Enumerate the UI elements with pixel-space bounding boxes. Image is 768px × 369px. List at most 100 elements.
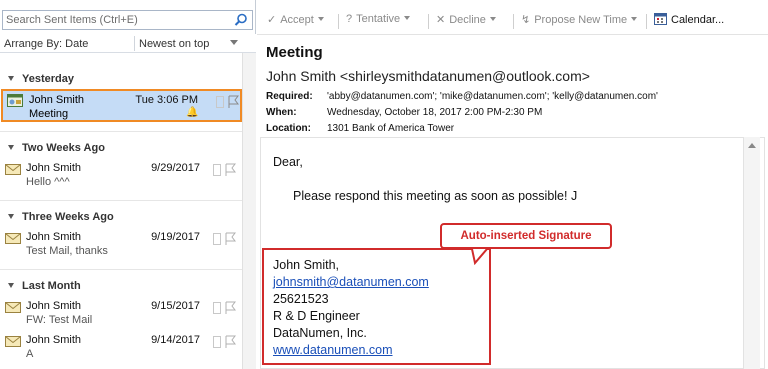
- decline-button[interactable]: ✕ Decline: [436, 13, 496, 26]
- sort-dropdown-icon[interactable]: [230, 40, 238, 45]
- message-from: John Smith: [26, 231, 82, 243]
- message-date: 9/19/2017: [151, 231, 200, 243]
- group-divider: [0, 200, 242, 201]
- accept-label: Accept: [280, 14, 314, 26]
- category-box-icon[interactable]: [213, 233, 221, 245]
- decline-dropdown-icon[interactable]: [489, 17, 496, 21]
- body-greeting: Dear,: [273, 155, 303, 169]
- meeting-title: Meeting: [266, 44, 323, 61]
- required-label: Required:: [266, 91, 313, 102]
- toolbar-separator: [428, 14, 429, 29]
- envelope-icon: [5, 233, 21, 244]
- flag-icon[interactable]: [224, 163, 236, 177]
- group-label: Last Month: [22, 280, 81, 292]
- envelope-icon: [5, 164, 21, 175]
- meeting-organizer[interactable]: John Smith <shirleysmithdatanumen@outloo…: [266, 68, 590, 84]
- message-subject: FW: Test Mail: [26, 314, 93, 326]
- toolbar-separator: [646, 14, 647, 29]
- accept-dropdown-icon[interactable]: [317, 17, 324, 21]
- message-from: John Smith: [26, 334, 82, 346]
- meeting-icon: [7, 94, 23, 107]
- meeting-location: 1301 Bank of America Tower: [327, 123, 455, 134]
- group-divider: [0, 131, 242, 132]
- message-list-pane: Search Sent Items (Ctrl+E) Arrange By: D…: [0, 0, 256, 369]
- message-from: John Smith: [29, 94, 85, 106]
- sort-order-button[interactable]: Newest on top: [139, 38, 209, 50]
- reminder-bell-icon: 🔔: [186, 107, 199, 118]
- flag-icon[interactable]: [227, 95, 239, 109]
- envelope-icon: [5, 336, 21, 347]
- group-divider: [0, 269, 242, 270]
- message-body-scrollbar[interactable]: [743, 137, 760, 369]
- calendar-button[interactable]: Calendar...: [654, 13, 724, 26]
- collapse-triangle-icon[interactable]: [8, 214, 14, 219]
- tentative-button[interactable]: ? Tentative: [346, 13, 411, 25]
- collapse-triangle-icon[interactable]: [8, 283, 14, 288]
- message-subject: Test Mail, thanks: [26, 245, 108, 257]
- propose-time-icon: ↯: [521, 14, 531, 26]
- collapse-triangle-icon[interactable]: [8, 145, 14, 150]
- callout-text: Auto-inserted Signature: [460, 230, 592, 242]
- propose-label: Propose New Time: [534, 14, 628, 26]
- arrange-divider: [134, 36, 135, 51]
- message-subject: Meeting: [29, 108, 69, 120]
- check-icon: ✓: [267, 14, 277, 26]
- list-item[interactable]: John Smith 9/14/2017 A: [0, 331, 242, 365]
- list-item[interactable]: John Smith 9/29/2017 Hello ^^^: [0, 159, 242, 193]
- message-date: 9/14/2017: [151, 334, 200, 346]
- reading-pane: ✓ Accept ? Tentative ✕ Decline ↯ Propose New…: [257, 0, 768, 369]
- message-from: John Smith: [26, 300, 82, 312]
- signature-callout: Auto-inserted Signature: [440, 223, 612, 249]
- tentative-dropdown-icon[interactable]: [404, 16, 411, 20]
- message-subject: Hello ^^^: [26, 176, 70, 188]
- message-date: Tue 3:06 PM: [135, 94, 198, 106]
- group-label: Two Weeks Ago: [22, 142, 105, 154]
- calendar-label: Calendar...: [671, 14, 725, 26]
- category-box-icon[interactable]: [213, 302, 221, 314]
- search-icon[interactable]: [234, 13, 248, 27]
- x-icon: ✕: [436, 14, 446, 26]
- category-box-icon[interactable]: [216, 96, 224, 108]
- list-item[interactable]: John Smith 9/19/2017 Test Mail, thanks: [0, 228, 242, 262]
- accept-button[interactable]: ✓ Accept: [267, 13, 324, 26]
- arrange-bar: Arrange By: Date Newest on top: [0, 34, 256, 53]
- location-label: Location:: [266, 123, 311, 134]
- calendar-icon: [654, 13, 667, 25]
- message-date: 9/15/2017: [151, 300, 200, 312]
- flag-icon[interactable]: [224, 232, 236, 246]
- arrange-by-button[interactable]: Arrange By: Date: [4, 38, 88, 50]
- group-header-three-weeks-ago[interactable]: Three Weeks Ago: [8, 211, 114, 223]
- search-input[interactable]: Search Sent Items (Ctrl+E): [6, 14, 138, 26]
- toolbar-separator: [513, 14, 514, 29]
- list-item[interactable]: John Smith Tue 3:06 PM Meeting 🔔: [1, 89, 242, 122]
- when-label: When:: [266, 107, 297, 118]
- flag-icon[interactable]: [224, 335, 236, 349]
- collapse-triangle-icon[interactable]: [8, 76, 14, 81]
- propose-dropdown-icon[interactable]: [631, 17, 638, 21]
- category-box-icon[interactable]: [213, 336, 221, 348]
- list-item[interactable]: John Smith 9/15/2017 FW: Test Mail: [0, 297, 242, 331]
- meeting-when: Wednesday, October 18, 2017 2:00 PM-2:30…: [327, 107, 543, 118]
- message-date: 9/29/2017: [151, 162, 200, 174]
- question-icon: ?: [346, 13, 353, 25]
- meeting-response-toolbar: ✓ Accept ? Tentative ✕ Decline ↯ Propose New…: [257, 10, 768, 32]
- group-label: Yesterday: [22, 73, 74, 85]
- message-list-scrollbar[interactable]: [242, 53, 256, 369]
- envelope-icon: [5, 302, 21, 313]
- tentative-label: Tentative: [356, 13, 401, 25]
- required-attendees[interactable]: 'abby@datanumen.com'; 'mike@datanumen.co…: [327, 91, 658, 102]
- decline-label: Decline: [449, 14, 486, 26]
- scroll-up-arrow-icon[interactable]: [748, 143, 756, 148]
- flag-icon[interactable]: [224, 301, 236, 315]
- toolbar-divider: [257, 34, 768, 35]
- message-from: John Smith: [26, 162, 82, 174]
- group-header-yesterday[interactable]: Yesterday: [8, 73, 74, 85]
- group-header-last-month[interactable]: Last Month: [8, 280, 81, 292]
- signature-highlight-box: [262, 248, 491, 365]
- body-line: Please respond this meeting as soon as p…: [293, 189, 578, 203]
- group-label: Three Weeks Ago: [22, 211, 114, 223]
- search-box[interactable]: Search Sent Items (Ctrl+E): [2, 10, 253, 30]
- propose-new-time-button[interactable]: ↯ Propose New Time: [521, 13, 638, 26]
- category-box-icon[interactable]: [213, 164, 221, 176]
- group-header-two-weeks-ago[interactable]: Two Weeks Ago: [8, 142, 105, 154]
